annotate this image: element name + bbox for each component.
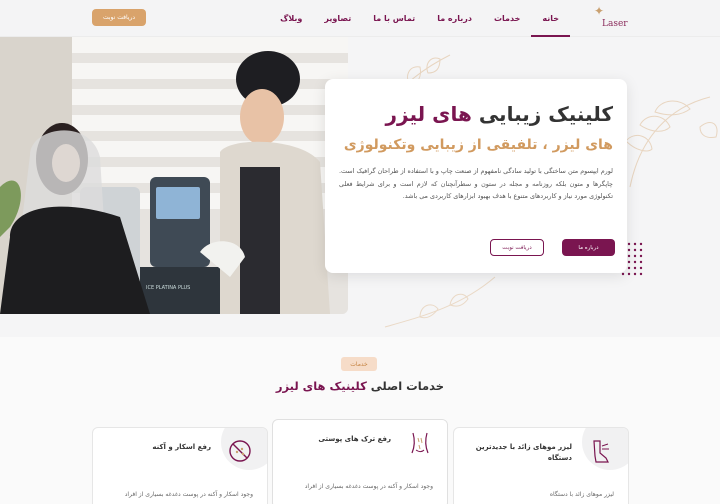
hero-title: کلینیک زیبایی های لیزر [339, 101, 613, 127]
book-appointment-button[interactable]: دریافت نوبت [490, 239, 544, 256]
service-card-title: رفع اسکار و آکنه [152, 443, 211, 451]
no-acne-icon [229, 440, 251, 462]
laser-leg-icon [593, 440, 609, 463]
service-card-hair-removal[interactable]: لیزر موهای زائد با جدیدترین دستگاه لیزر … [453, 427, 629, 504]
about-button[interactable]: درباره ما [562, 239, 615, 256]
sparkle-icon: ✦ [594, 4, 605, 18]
main-nav: خانه خدمات درباره ما تماس با ما تصاویر و… [269, 0, 570, 37]
services-title-main: خدمات اصلی [366, 379, 445, 393]
service-card-text: لیزر موهای زائد با دستگاه [549, 491, 614, 498]
hero-subtitle: های لیزر ، تلفیقی از زیبایی وتکنولوژی [343, 137, 613, 153]
services-title: خدمات اصلی کلینیک های لیزر [0, 379, 720, 393]
site-header: ✦ Laser خانه خدمات درباره ما تماس با ما … [0, 0, 720, 37]
leaf-decoration-icon [384, 276, 496, 328]
nav-item-gallery[interactable]: تصاویر [313, 0, 362, 37]
service-card-acne[interactable]: رفع اسکار و آکنه وجود اسکار و آکنه در پو… [92, 427, 268, 504]
appointment-button[interactable]: دریافت نوبت [92, 9, 146, 26]
service-card-title: رفع ترک های پوستی [318, 435, 391, 443]
device-label: ICE PLATINA PLUS [146, 285, 190, 291]
hero-section: ICE PLATINA PLUS کلینیک زیبایی های لیزر [0, 37, 720, 337]
hero-title-main: کلینیک زیبایی [471, 102, 613, 126]
hero-photo: ICE PLATINA PLUS [0, 37, 348, 314]
services-section: خدمات خدمات اصلی کلینیک های لیزر لیزر مو… [0, 337, 720, 504]
nav-item-services[interactable]: خدمات [483, 0, 531, 37]
hero-description: لورم ایپسوم متن ساختگی با تولید سادگی نا… [339, 167, 613, 200]
hero-card: کلینیک زیبایی های لیزر های لیزر ، تلفیقی… [325, 79, 627, 273]
nav-item-home[interactable]: خانه [531, 0, 570, 37]
nav-item-contact[interactable]: تماس با ما [362, 0, 426, 37]
logo[interactable]: ✦ Laser [592, 4, 628, 33]
nav-item-about[interactable]: درباره ما [426, 0, 483, 37]
service-card-stretch-marks[interactable]: رفع ترک های پوستی وجود اسکار و آکنه در پ… [272, 419, 448, 504]
service-card-title: لیزر موهای زائد با جدیدترین دستگاه [475, 443, 572, 462]
body-stretch-icon [411, 432, 429, 454]
services-title-accent: کلینیک های لیزر [275, 379, 367, 393]
hero-title-accent: های لیزر [385, 102, 472, 126]
services-badge: خدمات [341, 357, 377, 371]
logo-text: Laser [602, 19, 628, 29]
nav-item-blog[interactable]: وبلاگ [269, 0, 313, 37]
service-card-text: وجود اسکار و آکنه در پوست دغدغه بسیاری ا… [124, 491, 253, 498]
service-card-text: وجود اسکار و آکنه در پوست دغدغه بسیاری ا… [304, 483, 433, 490]
